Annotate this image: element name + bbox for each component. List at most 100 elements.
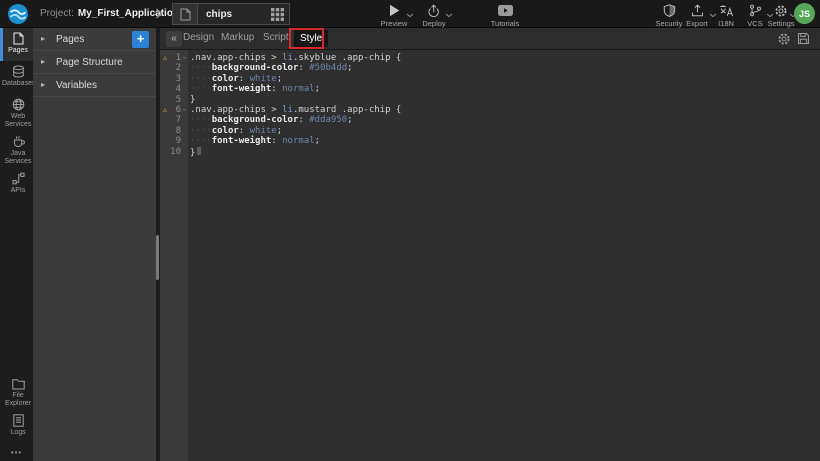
pages-icon xyxy=(13,32,24,45)
save-icon[interactable] xyxy=(797,32,810,45)
panel-scrollbar-thumb[interactable] xyxy=(156,235,159,280)
line-number: 2 xyxy=(170,63,181,73)
code-line[interactable]: 10} xyxy=(160,147,820,157)
code-line[interactable]: 4····font-weight: normal; xyxy=(160,84,820,94)
panel-section-pages[interactable]: ▸ Pages + xyxy=(33,28,156,51)
code-text: ····color: white; xyxy=(188,126,282,136)
panel-section-page-structure[interactable]: ▸ Page Structure xyxy=(33,51,156,74)
expand-caret-icon[interactable]: ▸ xyxy=(41,58,49,66)
left-icon-bar: Pages Databases Web Services Java Serv xyxy=(0,28,33,461)
databases-icon xyxy=(12,65,25,78)
app-logo-icon[interactable] xyxy=(7,3,29,25)
code-text: } xyxy=(188,147,201,157)
code-text: ····font-weight: normal; xyxy=(188,84,320,94)
line-number: 3 xyxy=(170,74,181,84)
tab-markup[interactable]: Markup xyxy=(221,32,254,43)
sidebar-item-label: APIs xyxy=(2,187,34,195)
gutter-cell xyxy=(181,115,188,125)
sidebar-item-databases[interactable]: Databases xyxy=(0,61,33,94)
sidebar-item-logs[interactable]: Logs xyxy=(0,410,33,443)
sidebar-item-label: File Explorer xyxy=(2,392,34,407)
page-document-icon xyxy=(173,4,198,24)
gutter-cell xyxy=(181,126,188,136)
panel-section-label: Page Structure xyxy=(56,57,123,68)
tutorials-label: Tutorials xyxy=(491,19,519,28)
tutorials-video-icon xyxy=(498,4,513,17)
apis-icon xyxy=(12,172,25,185)
collapse-panel-button[interactable]: « xyxy=(166,31,182,47)
gutter-cell xyxy=(181,95,188,105)
line-number: 10 xyxy=(170,147,181,157)
user-avatar[interactable]: JS xyxy=(794,3,815,24)
code-text: ····color: white; xyxy=(188,74,282,84)
code-line[interactable]: ⚠6-.nav.app-chips > li.mustard .app-chip… xyxy=(160,105,820,115)
icon-bar-spacer xyxy=(0,201,33,375)
gutter-cell xyxy=(181,63,188,73)
page-tab-chips[interactable]: chips xyxy=(172,3,290,25)
line-number: 1 xyxy=(170,53,181,63)
tab-script[interactable]: Script xyxy=(263,32,289,43)
sidebar-item-label: Web Services xyxy=(2,113,34,128)
project-label: Project: xyxy=(40,8,74,19)
code-line[interactable]: ⚠1-.nav.app-chips > li.skyblue .app-chip… xyxy=(160,53,820,63)
warning-icon: ⚠ xyxy=(160,105,170,115)
tab-style[interactable]: Style xyxy=(294,30,328,47)
sidebar-item-apis[interactable]: APIs xyxy=(0,168,33,201)
folder-icon xyxy=(12,379,25,390)
page-tab-label: chips xyxy=(198,9,271,20)
fold-marker-icon[interactable]: - xyxy=(181,105,188,115)
logs-icon xyxy=(13,414,24,427)
tab-design[interactable]: Design xyxy=(183,32,214,43)
code-line[interactable]: 9····font-weight: normal; xyxy=(160,136,820,146)
avatar-initials: JS xyxy=(799,9,810,19)
gutter-cell xyxy=(181,136,188,146)
sidebar-item-web-services[interactable]: Web Services xyxy=(0,94,33,131)
code-line[interactable]: 5} xyxy=(160,95,820,105)
coffee-cup-icon xyxy=(12,135,25,148)
line-number: 6 xyxy=(170,105,181,115)
gutter-cell xyxy=(160,74,170,84)
line-number: 7 xyxy=(170,115,181,125)
fold-marker-icon[interactable]: - xyxy=(181,53,188,63)
sidebar-item-label: Logs xyxy=(2,429,34,437)
panel-section-variables[interactable]: ▸ Variables xyxy=(33,74,156,97)
code-line[interactable]: 3 ····color: white; xyxy=(160,74,820,84)
sidebar-item-java-services[interactable]: Java Services xyxy=(0,131,33,168)
export-icon xyxy=(691,4,704,17)
more-options-icon[interactable]: ••• xyxy=(0,443,33,461)
deploy-dropdown-chevron-icon[interactable] xyxy=(445,13,453,18)
gutter-cell xyxy=(160,136,170,146)
style-code-editor[interactable]: ⚠1-.nav.app-chips > li.skyblue .app-chip… xyxy=(160,50,820,461)
sidebar-item-label: Databases xyxy=(2,80,34,88)
deploy-upload-icon xyxy=(427,4,441,17)
globe-icon xyxy=(12,98,25,111)
settings-label: Settings xyxy=(767,19,794,28)
code-text: .nav.app-chips > li.skyblue .app-chip { xyxy=(188,53,401,63)
gutter-cell xyxy=(181,74,188,84)
code-lines: ⚠1-.nav.app-chips > li.skyblue .app-chip… xyxy=(160,53,820,157)
code-line[interactable]: 8····color: white; xyxy=(160,126,820,136)
sidebar-item-pages[interactable]: Pages xyxy=(0,28,33,61)
gutter-cell xyxy=(181,147,188,157)
panel-section-label: Pages xyxy=(56,34,84,45)
editor-settings-gear-icon[interactable] xyxy=(777,32,791,46)
gutter-cell xyxy=(181,84,188,94)
add-page-button[interactable]: + xyxy=(132,31,149,48)
expand-caret-icon[interactable]: ▸ xyxy=(41,81,49,89)
i18n-translate-icon xyxy=(719,4,734,17)
code-text: ····font-weight: normal; xyxy=(188,136,320,146)
sidebar-item-file-explorer[interactable]: File Explorer xyxy=(0,375,33,410)
i18n-label: I18N xyxy=(718,19,734,28)
page-grid-icon[interactable] xyxy=(271,8,284,21)
code-line[interactable]: 2····background-color: #50b4dd; xyxy=(160,63,820,73)
code-text: } xyxy=(188,95,195,105)
preview-label: Preview xyxy=(381,19,408,28)
panel-section-label: Variables xyxy=(56,80,97,91)
code-line[interactable]: 7····background-color: #dda950; xyxy=(160,115,820,125)
sidebar-item-label: Java Services xyxy=(2,150,34,165)
project-name[interactable]: My_First_Application xyxy=(78,8,179,19)
tutorials-button[interactable]: Tutorials xyxy=(483,4,527,28)
sidebar-item-label: Pages xyxy=(2,47,34,55)
wavemaker-studio-window: Project: My_First_Application chips xyxy=(0,0,820,461)
expand-caret-icon[interactable]: ▸ xyxy=(41,35,49,43)
